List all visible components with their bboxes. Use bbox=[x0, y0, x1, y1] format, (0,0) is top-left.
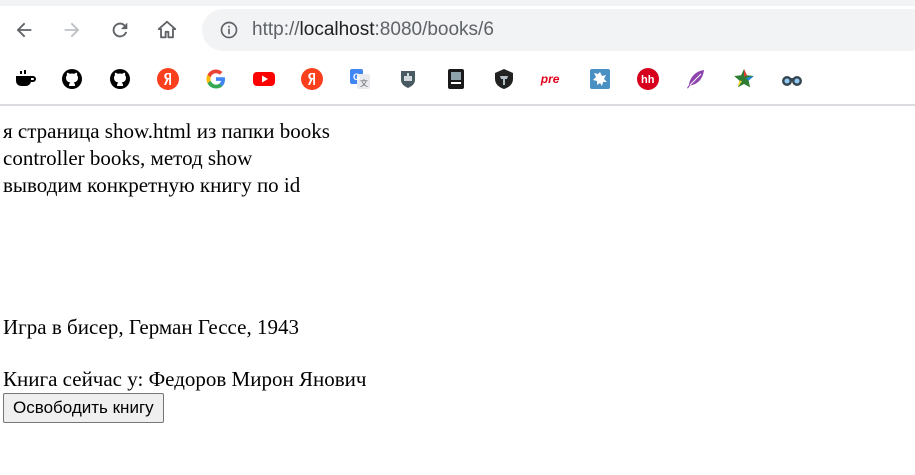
bookmark-github-1[interactable] bbox=[57, 64, 87, 94]
bookmark-github-2[interactable] bbox=[105, 64, 135, 94]
bookmark-hh[interactable]: hh bbox=[633, 64, 663, 94]
intro-line: выводим конкретную книгу по id bbox=[3, 173, 301, 197]
intro-line: я страница show.html из папки books bbox=[3, 119, 330, 143]
svg-text:hh: hh bbox=[641, 74, 655, 86]
svg-text:G: G bbox=[353, 72, 360, 82]
bookmark-translate[interactable]: G文 bbox=[345, 64, 375, 94]
reload-button[interactable] bbox=[104, 14, 136, 46]
address-bar[interactable]: http://localhost:8080/books/6 bbox=[202, 9, 915, 51]
svg-text:文: 文 bbox=[360, 78, 368, 88]
feather-icon bbox=[687, 70, 704, 89]
browser-chrome: http://localhost:8080/books/6 G文 pre hh bbox=[0, 0, 915, 106]
back-button[interactable] bbox=[8, 14, 40, 46]
github-icon bbox=[62, 69, 82, 89]
bookmark-book[interactable] bbox=[441, 64, 471, 94]
tab-strip bbox=[0, 0, 915, 6]
release-book-button[interactable]: Освободить книгу bbox=[3, 393, 164, 423]
url-scheme: http:// bbox=[252, 19, 300, 40]
back-arrow-icon bbox=[16, 22, 32, 38]
page-intro: я страница show.html из папки books cont… bbox=[3, 118, 915, 199]
forward-button[interactable] bbox=[56, 14, 88, 46]
bookmark-feather[interactable] bbox=[681, 64, 711, 94]
book-info: Игра в бисер, Герман Гессе, 1943 bbox=[3, 315, 299, 339]
binoculars-icon bbox=[782, 76, 802, 86]
puzzle-icon bbox=[590, 69, 610, 89]
home-icon bbox=[157, 20, 177, 39]
home-button[interactable] bbox=[151, 14, 183, 46]
bookmark-binoculars[interactable] bbox=[777, 64, 807, 94]
bookmark-youtube[interactable] bbox=[249, 64, 279, 94]
yandex-icon bbox=[301, 68, 323, 90]
bookmark-warships[interactable] bbox=[393, 64, 423, 94]
bookmark-star[interactable] bbox=[729, 64, 759, 94]
translate-icon: G文 bbox=[350, 69, 370, 89]
forward-arrow-icon bbox=[64, 22, 80, 38]
info-icon[interactable] bbox=[219, 20, 239, 40]
youtube-icon bbox=[253, 72, 275, 86]
url-path: :8080/books/6 bbox=[374, 19, 494, 40]
toolbar-divider bbox=[0, 104, 915, 106]
bookmark-google[interactable] bbox=[201, 64, 231, 94]
bookmark-tanks[interactable] bbox=[489, 64, 519, 94]
google-icon bbox=[206, 69, 225, 89]
svg-text:pre: pre bbox=[540, 72, 560, 86]
bookmark-yandex-1[interactable] bbox=[153, 64, 183, 94]
url-host: localhost bbox=[299, 19, 375, 40]
star-icon bbox=[734, 69, 754, 88]
github-icon bbox=[110, 69, 130, 89]
yandex-icon bbox=[157, 68, 179, 90]
bookmark-yandex-2[interactable] bbox=[297, 64, 327, 94]
warships-icon bbox=[401, 71, 415, 88]
bookmark-puzzle[interactable] bbox=[585, 64, 615, 94]
pre-icon: pre bbox=[540, 72, 560, 86]
bookmark-coffee[interactable] bbox=[10, 64, 40, 94]
coffee-icon bbox=[16, 70, 36, 86]
book-icon bbox=[448, 69, 464, 89]
hh-icon: hh bbox=[637, 68, 659, 90]
owner-info: Книга сейчас у: Федоров Мирон Янович bbox=[3, 367, 367, 391]
reload-icon bbox=[112, 22, 128, 38]
bookmark-pre[interactable]: pre bbox=[537, 64, 567, 94]
tanks-icon bbox=[495, 69, 513, 89]
intro-line: controller books, метод show bbox=[3, 146, 253, 170]
url-text[interactable]: http://localhost:8080/books/6 bbox=[252, 19, 494, 41]
bookmarks-bar: G文 pre hh bbox=[0, 62, 915, 96]
